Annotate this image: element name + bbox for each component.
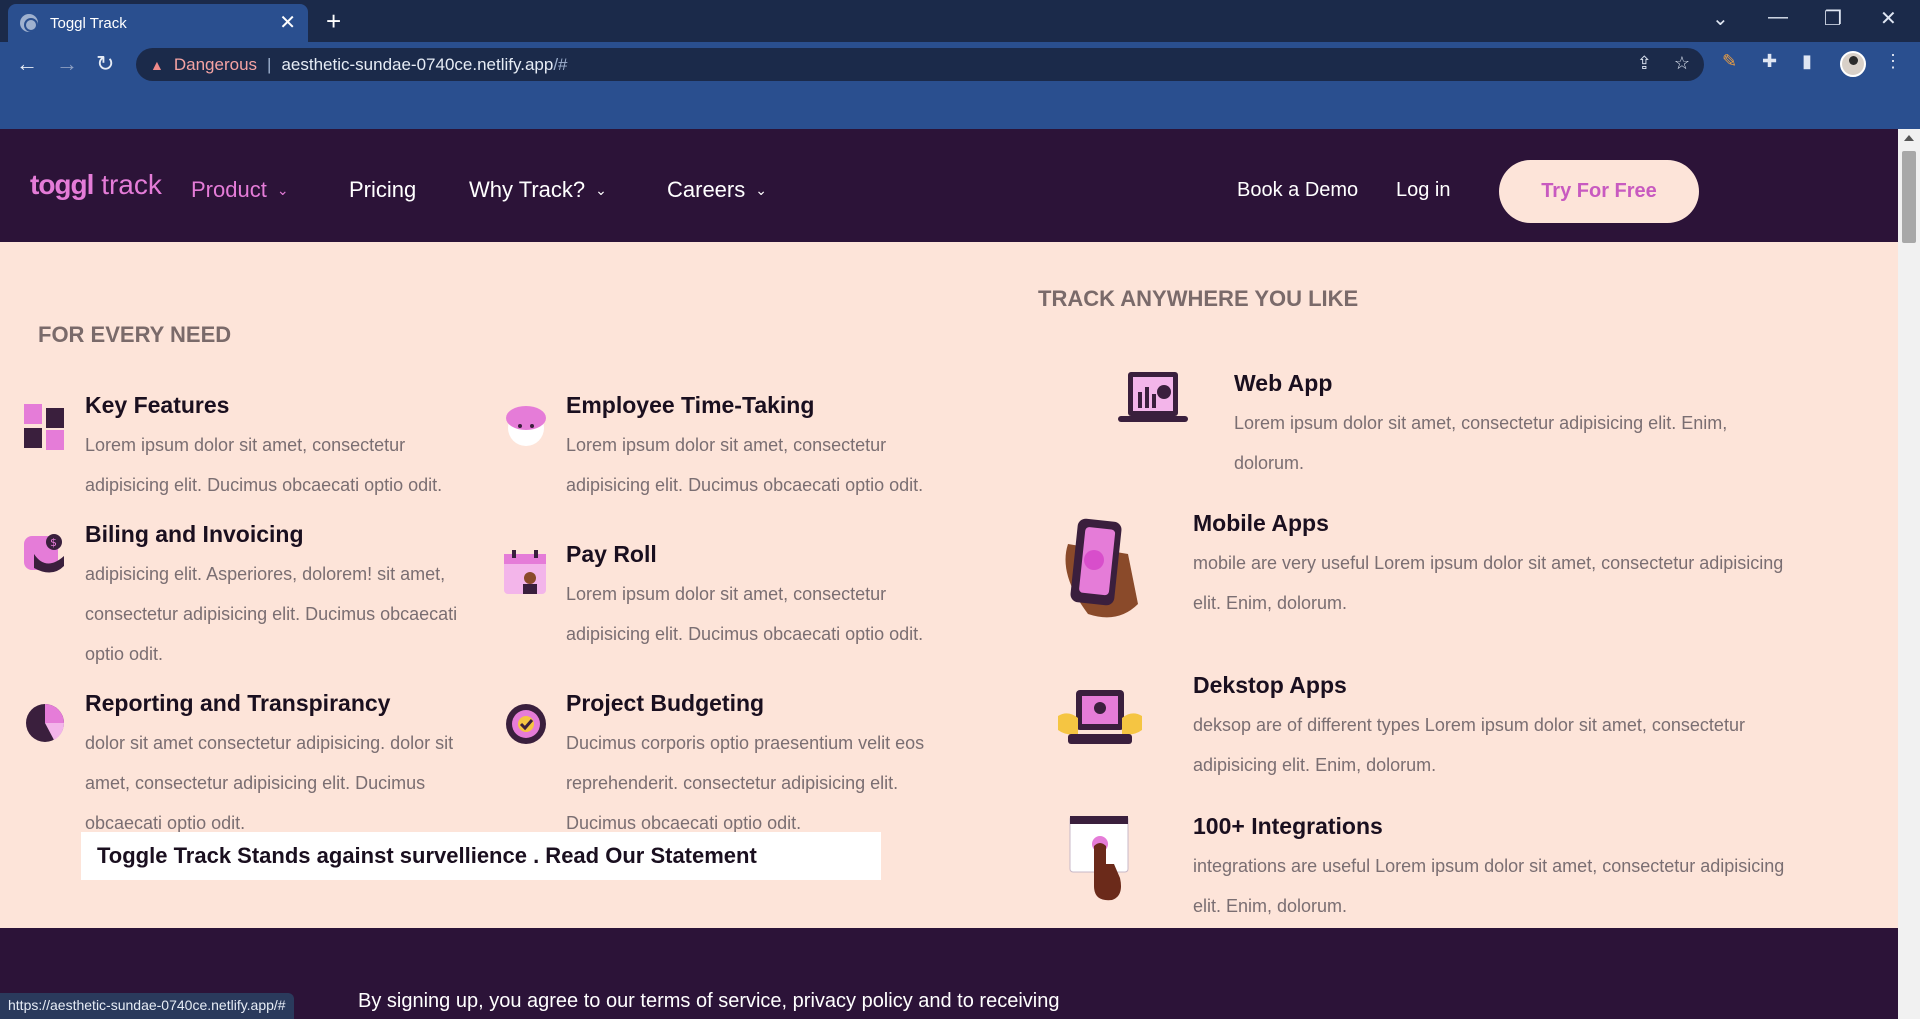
budget-icon (506, 704, 546, 744)
new-tab-button[interactable]: + (326, 6, 341, 36)
login-link[interactable]: Log in (1396, 179, 1451, 202)
terms-text: By signing up, you agree to our terms of… (358, 990, 1060, 1012)
phone-icon (1065, 518, 1138, 618)
feature-billing-invoicing[interactable]: Biling and Invoicing adipisicing elit. A… (85, 521, 505, 674)
url-field[interactable]: ▲ Dangerous | aesthetic-sundae-0740ce.ne… (136, 48, 1704, 81)
chevron-down-icon: ⌄ (276, 181, 289, 198)
page-top-band (0, 87, 1920, 129)
close-tab-icon[interactable]: ✕ (279, 13, 296, 33)
forward-icon[interactable]: → (56, 51, 78, 77)
minimize-icon[interactable]: — (1768, 6, 1788, 29)
globe-icon (20, 14, 38, 32)
track-anywhere-heading: TRACK ANYWHERE YOU LIKE (1038, 286, 1359, 311)
app-integrations[interactable]: 100+ Integrations integrations are usefu… (1193, 813, 1833, 926)
integration-icon (1069, 816, 1129, 901)
app-desktop[interactable]: Dekstop Apps deksop are of different typ… (1193, 672, 1833, 785)
toggl-logo[interactable]: toggl track (30, 169, 162, 201)
browser-tab[interactable]: Toggl Track ✕ (8, 4, 308, 42)
surveillance-statement-link[interactable]: Toggle Track Stands against survellience… (81, 832, 881, 880)
url-text: aesthetic-sundae-0740ce.netlify.app/# (281, 54, 568, 74)
bookmark-star-icon[interactable]: ☆ (1674, 53, 1690, 74)
nav-product[interactable]: Product ⌄ (191, 177, 289, 203)
tab-search-icon[interactable]: ⌄ (1712, 6, 1729, 31)
pie-chart-icon (26, 704, 65, 742)
pen-extension-icon[interactable]: ✎ (1722, 51, 1737, 72)
site-header: toggl track Product ⌄ Pricing Why Track? ⌄… (0, 129, 1898, 242)
feature-pay-roll[interactable]: Pay Roll Lorem ipsum dolor sit amet, con… (566, 541, 986, 654)
share-icon[interactable]: ⇪ (1637, 53, 1652, 74)
divider: | (267, 54, 272, 74)
scroll-up-arrow-icon[interactable] (1904, 135, 1914, 141)
profile-avatar[interactable] (1840, 51, 1866, 77)
status-bar-url: https://aesthetic-sundae-0740ce.netlify.… (0, 993, 294, 1019)
book-demo-link[interactable]: Book a Demo (1237, 179, 1358, 202)
extensions-puzzle-icon[interactable]: ✚ (1762, 51, 1777, 72)
nav-why-track[interactable]: Why Track? ⌄ (469, 177, 607, 203)
scrollbar-thumb[interactable] (1902, 151, 1916, 243)
try-for-free-button[interactable]: Try For Free (1499, 160, 1699, 223)
product-dropdown-panel: FOR EVERY NEED TRACK ANYWHERE YOU LIKE K… (0, 242, 1898, 928)
svg-text:$: $ (50, 536, 57, 549)
payroll-icon (504, 550, 546, 594)
back-icon[interactable]: ← (16, 51, 38, 77)
menu-dots-icon[interactable]: ⋮ (1884, 51, 1902, 72)
page-scrollbar[interactable] (1898, 129, 1920, 1019)
nav-pricing[interactable]: Pricing (349, 177, 416, 203)
desktop-icon (1058, 690, 1142, 744)
browser-tab-bar: Toggl Track ✕ + ⌄ — ❐ ✕ (0, 0, 1920, 42)
nav-careers[interactable]: Careers ⌄ (667, 177, 767, 203)
feature-key-features[interactable]: Key Features Lorem ipsum dolor sit amet,… (85, 392, 505, 505)
invoice-icon: $ (24, 534, 64, 573)
employee-icon (506, 406, 546, 446)
reload-icon[interactable]: ↻ (96, 51, 114, 77)
warning-icon: ▲ (150, 56, 164, 73)
side-panel-icon[interactable]: ▮ (1802, 51, 1812, 72)
key-features-icon (24, 404, 64, 450)
tab-title: Toggl Track (50, 14, 127, 32)
address-bar-row: ← → ↻ ▲ Dangerous | aesthetic-sundae-074… (0, 42, 1920, 87)
security-label[interactable]: Dangerous (174, 55, 257, 75)
app-web[interactable]: Web App Lorem ipsum dolor sit amet, cons… (1234, 370, 1854, 483)
app-mobile[interactable]: Mobile Apps mobile are very useful Lorem… (1193, 510, 1833, 623)
feature-project-budgeting[interactable]: Project Budgeting Ducimus corporis optio… (566, 690, 986, 843)
chevron-down-icon: ⌄ (595, 181, 607, 198)
restore-icon[interactable]: ❐ (1824, 6, 1842, 31)
laptop-icon (1118, 372, 1188, 422)
close-window-icon[interactable]: ✕ (1880, 6, 1897, 31)
chevron-down-icon: ⌄ (755, 181, 767, 198)
feature-employee-time-taking[interactable]: Employee Time-Taking Lorem ipsum dolor s… (566, 392, 986, 505)
feature-reporting-transparency[interactable]: Reporting and Transpirancy dolor sit ame… (85, 690, 505, 843)
for-every-need-heading: FOR EVERY NEED (38, 322, 232, 347)
